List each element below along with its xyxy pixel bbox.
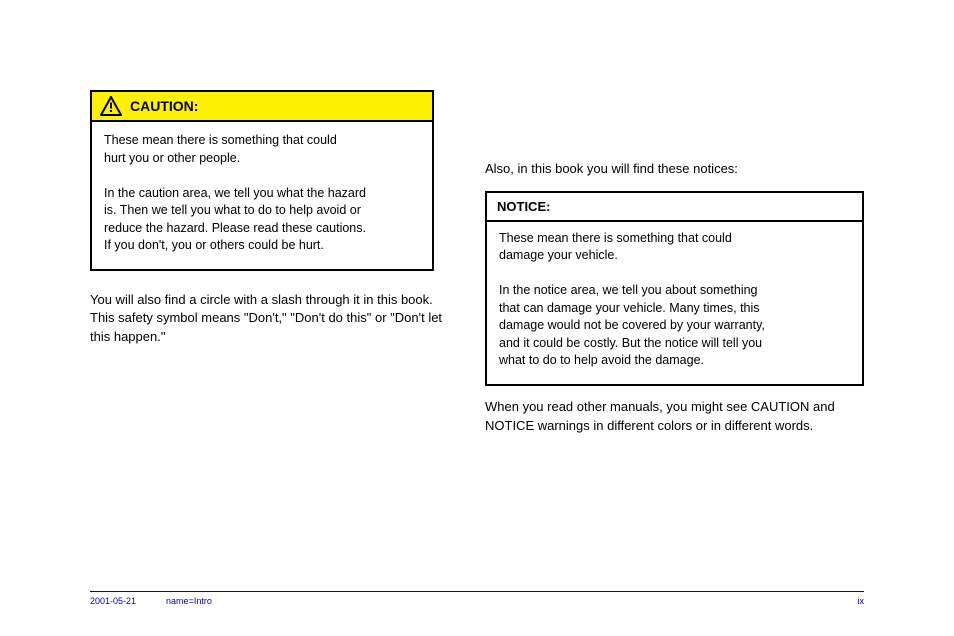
notice-box: NOTICE: These mean there is something th… [485, 191, 864, 386]
right-column: Also, in this book you will find these n… [485, 30, 864, 448]
notice-header: NOTICE: [487, 193, 862, 222]
footer-rule [90, 591, 864, 592]
closing-paragraph: When you read other manuals, you might s… [485, 398, 864, 436]
right-intro-text: Also, in this book you will find these n… [485, 160, 864, 179]
caution-header: CAUTION: [92, 92, 432, 122]
footer-page: ix [858, 596, 865, 606]
left-column: CAUTION: These mean there is something t… [90, 30, 445, 359]
caution-body-text: These mean there is something that could… [92, 122, 432, 269]
caution-box: CAUTION: These mean there is something t… [90, 90, 434, 271]
page-footer: 2001-05-21 name=Intro ix [90, 591, 864, 606]
alert-triangle-icon [100, 96, 122, 116]
left-paragraph: You will also find a circle with a slash… [90, 291, 445, 348]
footer-code: name=Intro [166, 596, 212, 606]
footer-date: 2001-05-21 [90, 596, 136, 606]
caution-label: CAUTION: [130, 98, 198, 114]
notice-body-text: These mean there is something that could… [487, 222, 862, 384]
